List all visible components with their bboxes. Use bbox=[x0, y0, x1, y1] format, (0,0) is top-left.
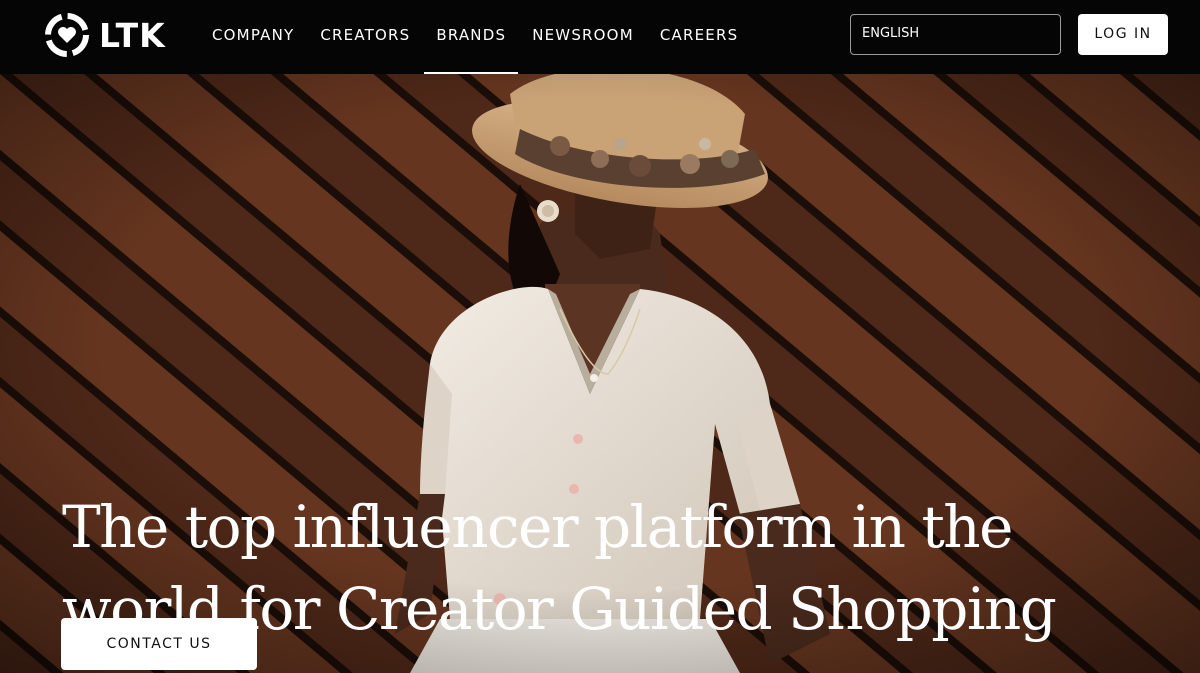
nav-item-brands[interactable]: BRANDS bbox=[423, 0, 519, 74]
brand-name: LTK bbox=[99, 15, 166, 55]
ltk-logo-link[interactable]: LTK bbox=[44, 12, 166, 58]
top-navigation-bar: LTK COMPANY CREATORS BRANDS NEWSROOM CAR… bbox=[0, 0, 1200, 74]
main-nav: COMPANY CREATORS BRANDS NEWSROOM CAREERS bbox=[199, 0, 751, 74]
log-in-button[interactable]: LOG IN bbox=[1078, 14, 1168, 55]
ltk-heart-ring-icon bbox=[45, 13, 89, 57]
nav-item-company[interactable]: COMPANY bbox=[199, 0, 307, 74]
contact-us-button[interactable]: CONTACT US bbox=[61, 618, 257, 670]
nav-item-careers[interactable]: CAREERS bbox=[647, 0, 751, 74]
hero-section: The top influencer platform in the world… bbox=[0, 74, 1200, 673]
language-select[interactable]: ENGLISH bbox=[850, 14, 1061, 55]
headline-line-1: The top influencer platform in the bbox=[62, 493, 1013, 561]
nav-item-creators[interactable]: CREATORS bbox=[307, 0, 423, 74]
nav-item-newsroom[interactable]: NEWSROOM bbox=[519, 0, 647, 74]
